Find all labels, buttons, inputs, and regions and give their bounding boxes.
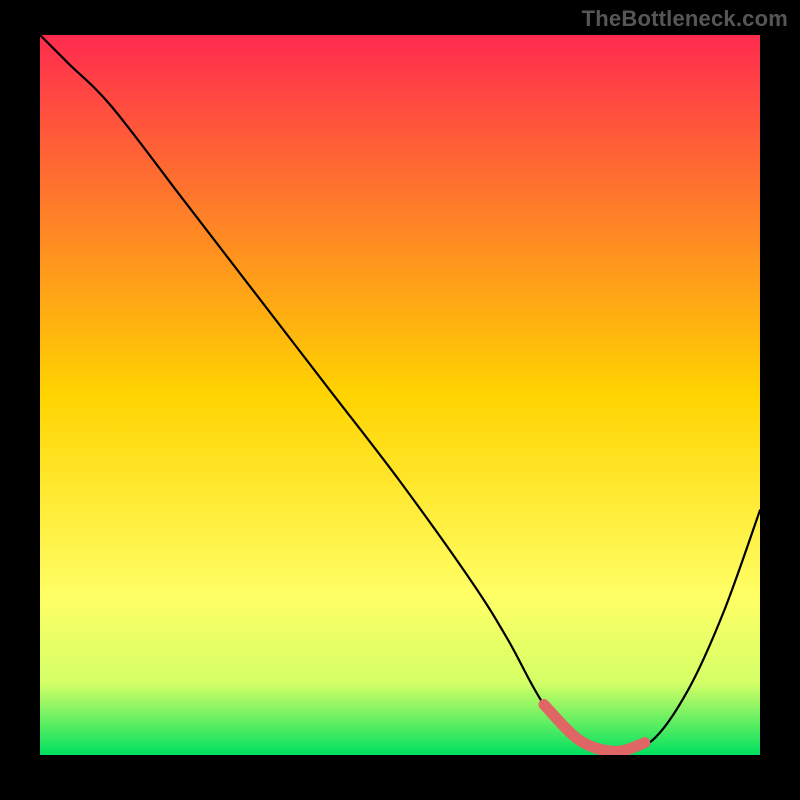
plot-area bbox=[40, 35, 760, 755]
chart-svg bbox=[40, 35, 760, 755]
gradient-background bbox=[40, 35, 760, 755]
watermark-text: TheBottleneck.com bbox=[582, 6, 788, 32]
chart-container: TheBottleneck.com bbox=[0, 0, 800, 800]
